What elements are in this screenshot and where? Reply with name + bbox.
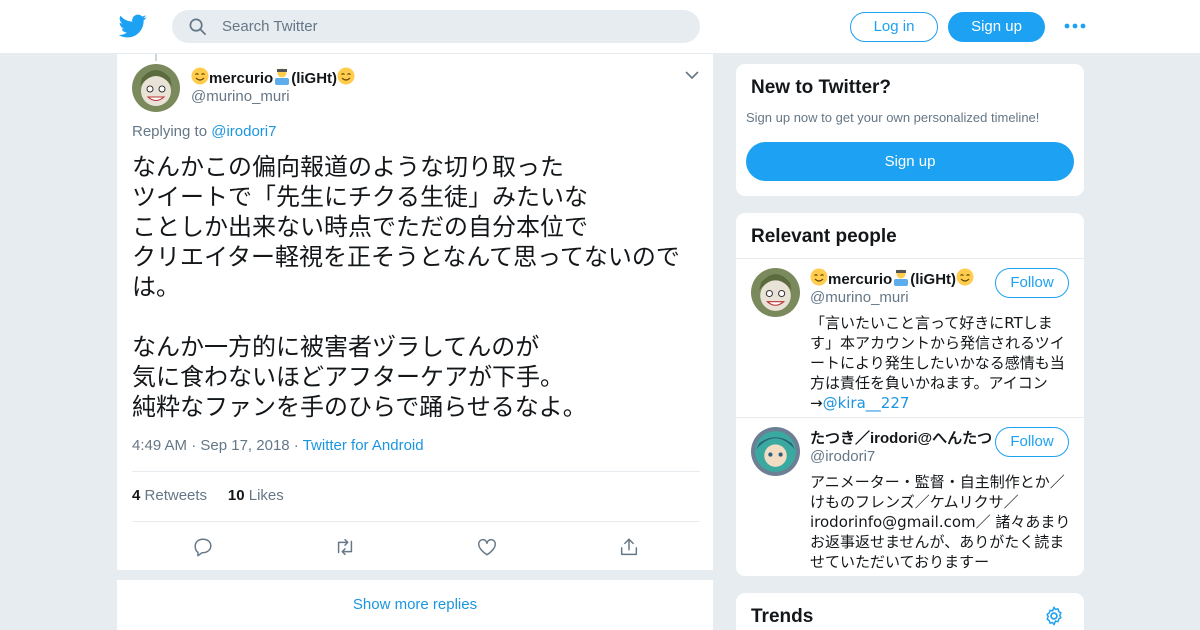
avatar-image-icon	[751, 268, 800, 317]
search-input[interactable]	[222, 10, 682, 43]
person-handle[interactable]: @murino_muri	[810, 289, 909, 306]
replying-to: Replying to @irodori7	[132, 123, 276, 140]
avatar[interactable]	[751, 427, 800, 476]
person-bio: 「言いたいこと言って好きにRTします」本アカウントから発信されるツイートにより発…	[810, 313, 1074, 413]
divider	[132, 471, 700, 472]
author-name[interactable]: mercurio (liGHt)	[191, 67, 355, 89]
card-title: Trends	[751, 606, 814, 627]
avatar[interactable]	[132, 64, 180, 112]
person-name[interactable]: mercurio (liGHt)	[810, 268, 974, 290]
tweet-date[interactable]: Sep 17, 2018	[200, 437, 289, 454]
relevant-people-card: Relevant people mercurio (liGHt) @murino_…	[735, 212, 1085, 577]
person-name[interactable]: たつき／irodori@へんたつ	[810, 427, 992, 448]
person-handle[interactable]: @irodori7	[810, 448, 875, 465]
smiling-face-emoji-icon	[810, 268, 828, 290]
bio-mention-link[interactable]: @kira__227	[823, 394, 910, 412]
signup-button[interactable]: Sign up	[746, 142, 1074, 181]
smiling-face-emoji-icon	[191, 67, 209, 89]
likes-label[interactable]: Likes	[249, 487, 284, 504]
avatar-image-icon	[751, 427, 800, 476]
person-emoji-icon	[273, 67, 291, 89]
tweet-source-link[interactable]: Twitter for Android	[303, 437, 424, 454]
gear-icon[interactable]	[1043, 605, 1065, 627]
follow-button[interactable]: Follow	[995, 427, 1069, 457]
person-emoji-icon	[892, 268, 910, 290]
top-navigation-bar: Log in Sign up	[0, 0, 1200, 54]
avatar[interactable]	[751, 268, 800, 317]
smiling-face-emoji-icon	[956, 268, 974, 290]
divider	[736, 258, 1084, 259]
more-dots-icon[interactable]	[1064, 20, 1086, 32]
new-to-twitter-card: New to Twitter? Sign up now to get your …	[735, 63, 1085, 197]
author-name-suffix: (liGHt)	[291, 70, 338, 87]
author-name-text: mercurio	[209, 70, 274, 87]
author-handle[interactable]: @murino_muri	[191, 88, 290, 105]
twitter-bird-icon[interactable]	[118, 12, 148, 40]
person-name-suffix: (liGHt)	[910, 271, 957, 288]
search-bar	[172, 10, 700, 43]
thread-connector	[155, 54, 157, 61]
search-icon	[189, 18, 206, 35]
reply-icon[interactable]	[192, 536, 214, 558]
avatar-image-icon	[132, 64, 180, 112]
signup-button[interactable]: Sign up	[948, 12, 1045, 42]
card-title: New to Twitter?	[751, 77, 892, 98]
share-icon[interactable]	[618, 536, 640, 558]
likes-count[interactable]: 10	[228, 487, 245, 504]
tweet-stats: 4 Retweets 10 Likes	[132, 487, 284, 504]
retweet-icon[interactable]	[334, 536, 356, 558]
person-bio: アニメーター・監督・自主制作とか／けものフレンズ／ケムリクサ／irodorinf…	[810, 473, 1071, 571]
card-title: Relevant people	[751, 226, 897, 247]
trends-card: Trends	[735, 592, 1085, 630]
card-subtitle: Sign up now to get your own personalized…	[746, 110, 1040, 125]
retweets-label[interactable]: Retweets	[145, 487, 208, 504]
like-icon[interactable]	[476, 536, 498, 558]
tweet-metadata: 4:49 AM · Sep 17, 2018 · Twitter for And…	[132, 437, 424, 454]
replying-prefix: Replying to	[132, 123, 208, 140]
smiling-face-emoji-icon	[337, 67, 355, 89]
chevron-down-icon[interactable]	[685, 70, 699, 80]
person-name-text: mercurio	[828, 271, 893, 288]
tweet-time[interactable]: 4:49 AM	[132, 437, 187, 454]
replying-to-link[interactable]: @irodori7	[211, 123, 276, 140]
login-button[interactable]: Log in	[850, 12, 938, 42]
divider	[132, 521, 700, 522]
show-more-replies-link[interactable]: Show more replies	[117, 596, 713, 613]
tweet-text: なんかこの偏向報道のような切り取った ツイートで「先生にチクる生徒」みたいな こ…	[132, 153, 680, 421]
section-separator	[117, 570, 713, 580]
retweets-count[interactable]: 4	[132, 487, 140, 504]
tweet-permalink: mercurio (liGHt) @murino_muri Replying to…	[116, 54, 714, 630]
divider	[736, 417, 1084, 418]
follow-button[interactable]: Follow	[995, 268, 1069, 298]
